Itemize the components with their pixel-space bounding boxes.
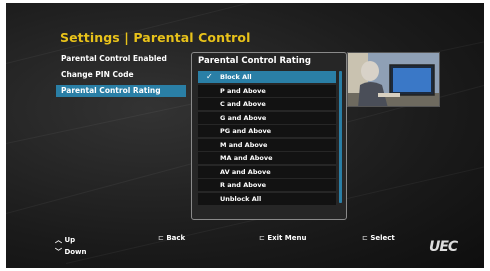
back-button[interactable]: ⊏ Back [158,234,185,242]
rating-popup: Parental Control Rating ✓ Block All P an… [191,52,347,220]
rating-option-label: R and Above [220,181,266,189]
back-key-icon: ⊏ [158,234,164,242]
rating-option-label: G and Above [220,113,267,122]
rating-option-label: M and Above [220,140,268,149]
live-tv-preview [347,52,440,107]
rating-option-pg[interactable]: PG and Above [198,125,336,137]
rating-option-c[interactable]: C and Above [198,98,336,110]
rating-option-p[interactable]: P and Above [198,84,336,97]
brand-logo: UEC [429,239,458,255]
rating-option-label: Block All [220,73,252,81]
tv-screen: Settings | Parental Control Parental Con… [6,3,484,268]
rating-option-av[interactable]: AV and Above [198,165,336,178]
rating-option-ma[interactable]: MA and Above [198,152,336,164]
rating-option-r[interactable]: R and Above [198,179,336,191]
exit-key-icon: ⊏ [259,234,265,242]
select-button[interactable]: ⊏ Select [362,234,395,242]
rating-option-m[interactable]: M and Above [198,138,336,151]
menu-item-parental-control-rating[interactable]: Parental Control Rating [56,85,186,97]
rating-option-label: Unblock All [220,194,262,203]
exit-menu-button[interactable]: ⊏ Exit Menu [259,234,306,242]
popup-scrollbar[interactable] [339,71,342,203]
menu-item-parental-control-enabled[interactable]: Parental Control Enabled [56,53,186,65]
rating-option-label: P and Above [220,86,266,95]
rating-option-label: C and Above [220,100,266,108]
rating-option-block-all[interactable]: ✓ Block All [198,71,336,83]
scrollbar-thumb[interactable] [339,71,342,203]
select-key-icon: ⊏ [362,234,368,242]
rating-option-g[interactable]: G and Above [198,111,336,124]
rating-option-label: PG and Above [220,127,272,135]
rating-option-unblock-all[interactable]: Unblock All [198,192,336,205]
chevron-down-icon: ﹀ [55,248,62,256]
chevron-up-icon: ︿ [55,236,62,244]
check-icon: ✓ [206,72,213,81]
rating-option-label: AV and Above [220,167,271,176]
rating-list: ✓ Block All P and Above C and Above G an… [198,71,336,206]
popup-title: Parental Control Rating [198,56,311,66]
rating-option-label: MA and Above [220,154,273,162]
nav-down[interactable]: ﹀ Down [55,247,87,257]
menu-item-change-pin-code[interactable]: Change PIN Code [56,69,186,81]
nav-up[interactable]: ︿ Up [55,235,75,245]
page-title: Settings | Parental Control [60,30,251,45]
